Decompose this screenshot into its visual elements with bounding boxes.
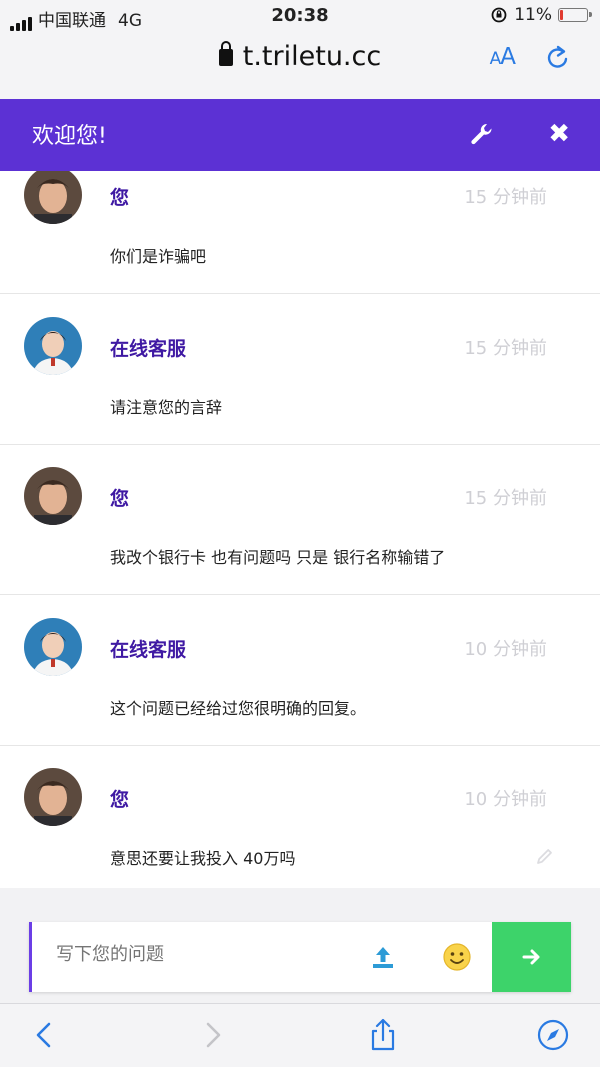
forward-icon[interactable] xyxy=(196,1018,230,1052)
message-text: 你们是诈骗吧 xyxy=(110,247,207,266)
message-sender: 您 xyxy=(110,187,130,209)
message-item: 在线客服 15 分钟前 请注意您的言辞 xyxy=(0,295,600,445)
message-sender: 您 xyxy=(110,789,130,811)
upload-icon[interactable] xyxy=(370,944,396,970)
text-size-large-label: A xyxy=(500,44,516,70)
status-right: 11% xyxy=(490,5,592,25)
message-text: 我改个银行卡 也有问题吗 只是 银行名称输错了 xyxy=(110,548,446,567)
address-bar: t.triletu.cc AA xyxy=(0,32,600,99)
question-input[interactable] xyxy=(56,944,336,965)
message-sender: 在线客服 xyxy=(110,338,187,360)
reload-icon[interactable] xyxy=(544,44,572,72)
status-bar: 中国联通 4G 20:38 11% xyxy=(0,0,600,32)
battery-level xyxy=(560,10,564,20)
chat-title: 欢迎您! xyxy=(32,124,107,149)
emoji-icon[interactable] xyxy=(442,942,472,972)
text-size-button[interactable]: AA xyxy=(489,44,516,70)
share-icon[interactable] xyxy=(366,1018,400,1052)
composer xyxy=(29,922,571,992)
message-text: 这个问题已经给过您很明确的回复。 xyxy=(110,699,367,718)
battery-percent: 11% xyxy=(514,5,552,25)
message-item: 您 15 分钟前 你们是诈骗吧 xyxy=(0,171,600,294)
avatar-user xyxy=(24,467,82,525)
browser-toolbar xyxy=(0,1003,600,1067)
message-text: 意思还要让我投入 40万吗 xyxy=(110,849,296,868)
avatar-agent xyxy=(24,618,82,676)
avatar-agent xyxy=(24,317,82,375)
avatar-user xyxy=(24,171,82,224)
arrow-right-icon xyxy=(522,949,539,965)
wrench-icon[interactable] xyxy=(468,121,494,147)
orientation-lock-icon xyxy=(491,7,507,23)
message-sender: 您 xyxy=(110,488,130,510)
close-icon[interactable]: ✖ xyxy=(548,119,570,149)
message-item: 在线客服 10 分钟前 这个问题已经给过您很明确的回复。 xyxy=(0,596,600,746)
battery-icon xyxy=(558,8,592,22)
back-icon[interactable] xyxy=(27,1018,61,1052)
message-time: 10 分钟前 xyxy=(464,789,547,810)
send-button[interactable] xyxy=(492,922,571,992)
compass-icon[interactable] xyxy=(536,1018,570,1052)
message-sender: 在线客服 xyxy=(110,639,187,661)
chat-header: 欢迎您! ✖ xyxy=(0,99,600,171)
message-time: 10 分钟前 xyxy=(464,639,547,660)
message-text: 请注意您的言辞 xyxy=(110,398,223,417)
message-item: 您 10 分钟前 意思还要让我投入 40万吗 xyxy=(0,746,600,888)
message-list: 您 15 分钟前 你们是诈骗吧 在线客服 15 分钟前 请注意您的言辞 您 15… xyxy=(0,171,600,888)
message-time: 15 分钟前 xyxy=(464,488,547,509)
message-time: 15 分钟前 xyxy=(464,338,547,359)
text-size-small-label: A xyxy=(489,49,502,69)
lock-icon xyxy=(218,41,233,66)
pencil-icon[interactable] xyxy=(535,846,555,866)
message-time: 15 分钟前 xyxy=(464,187,547,208)
avatar-user xyxy=(24,768,82,826)
url-text: t.triletu.cc xyxy=(242,41,382,72)
composer-area xyxy=(0,888,600,1003)
message-item: 您 15 分钟前 我改个银行卡 也有问题吗 只是 银行名称输错了 xyxy=(0,445,600,595)
